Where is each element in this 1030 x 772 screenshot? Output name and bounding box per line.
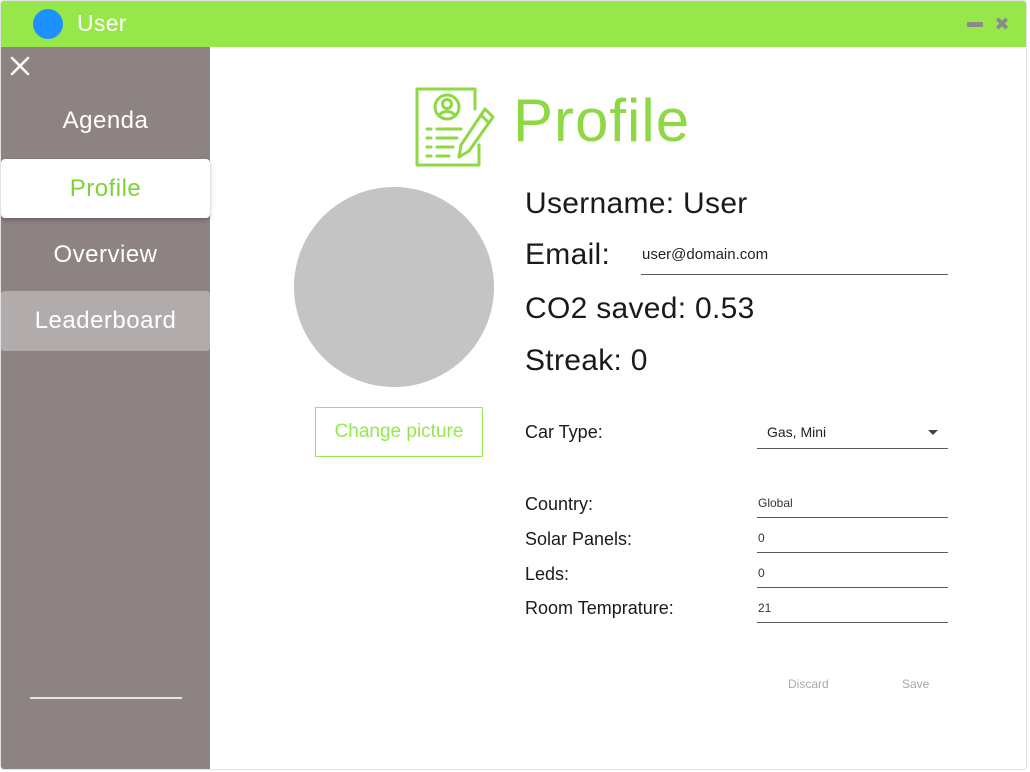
sidebar-item-leaderboard[interactable]: Leaderboard (1, 291, 210, 351)
profile-document-pencil-icon (415, 87, 495, 167)
email-label: Email: (525, 238, 611, 271)
sidebar-close-icon[interactable] (7, 53, 33, 79)
leds-label: Leds: (525, 564, 570, 584)
sidebar: Agenda Profile Overview Leaderboard (1, 47, 210, 769)
leds-field[interactable]: 0 (757, 563, 948, 588)
co2-saved-text: CO2 saved: 0.53 (525, 292, 755, 325)
car-type-label: Car Type: (525, 422, 603, 442)
car-type-select[interactable]: Gas, Mini (757, 417, 948, 449)
chevron-down-icon (928, 430, 938, 435)
room-temperature-field[interactable]: 21 (757, 598, 948, 623)
sidebar-item-agenda[interactable]: Agenda (1, 101, 210, 141)
username-text: Username: User (525, 187, 748, 220)
minimize-icon[interactable] (967, 22, 983, 27)
app-logo-icon (33, 9, 63, 39)
sidebar-divider (30, 697, 182, 699)
solar-panels-field[interactable]: 0 (757, 528, 948, 553)
avatar (294, 187, 494, 387)
app-window: User ✖ Agenda Profile Overview Leaderboa… (0, 0, 1027, 770)
email-field[interactable]: user@domain.com (641, 241, 948, 275)
solar-panels-label: Solar Panels: (525, 529, 633, 549)
page-title: Profile (513, 87, 691, 154)
room-temperature-label: Room Temprature: (525, 598, 674, 618)
close-icon[interactable]: ✖ (993, 13, 1011, 35)
title-bar: User ✖ (1, 1, 1026, 47)
change-picture-button[interactable]: Change picture (315, 407, 483, 457)
window-title: User (77, 10, 127, 36)
car-type-value: Gas, Mini (767, 424, 827, 440)
streak-text: Streak: 0 (525, 344, 648, 377)
country-field[interactable]: Global (757, 493, 948, 518)
country-label: Country: (525, 494, 594, 514)
discard-button[interactable]: Discard (788, 677, 829, 691)
sidebar-item-profile[interactable]: Profile (1, 159, 210, 218)
sidebar-item-overview[interactable]: Overview (1, 235, 210, 275)
save-button[interactable]: Save (902, 677, 929, 691)
